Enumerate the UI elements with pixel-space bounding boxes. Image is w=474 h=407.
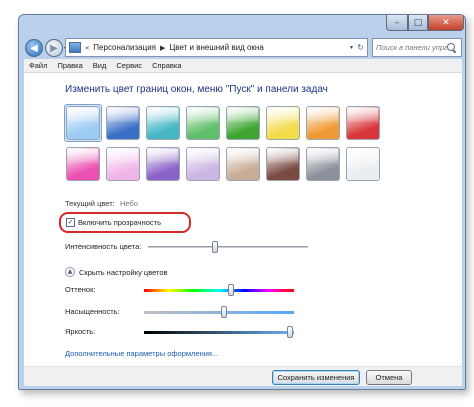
color-swatch-leaf[interactable] [186,106,220,140]
hide-color-mixer-link[interactable]: Скрыть настройку цветов [79,268,168,277]
hue-label: Оттенок: [65,285,96,294]
close-button[interactable]: ✕ [428,15,464,31]
menu-file[interactable]: Файл [24,61,52,70]
minimize-button[interactable]: – [386,15,408,31]
intensity-label: Интенсивность цвета: [65,242,142,251]
saturation-label: Насыщенность: [65,307,120,316]
color-swatch-chocolate[interactable] [266,147,300,181]
transparency-checkbox[interactable]: ✓ [66,218,75,227]
brightness-track[interactable] [144,331,294,334]
current-color-value: Небо [120,199,138,208]
page-title: Изменить цвет границ окон, меню "Пуск" и… [65,84,328,95]
search-icon[interactable] [447,43,456,52]
button-bar: Сохранить изменения Отмена [24,366,462,386]
cancel-button[interactable]: Отмена [366,370,412,385]
breadcrumb-window-color[interactable]: Цвет и внешний вид окна [169,43,263,52]
control-panel-window: – □ ✕ ◀ ▶ ▾ « Персонализация ▶ Цвет и вн… [18,14,466,390]
refresh-icon[interactable]: ↻ [357,43,364,52]
color-swatch-blush[interactable] [106,147,140,181]
transparency-label[interactable]: Включить прозрачность [78,218,161,227]
color-swatch-ruby[interactable] [346,106,380,140]
control-panel-icon [69,42,81,53]
content-pane: Изменить цвет границ окон, меню "Пуск" и… [24,73,462,366]
breadcrumb-personalization[interactable]: Персонализация [93,43,156,52]
address-bar[interactable]: « Персонализация ▶ Цвет и внешний вид ок… [65,38,368,57]
collapse-mixer-icon[interactable]: ▲ [65,267,75,277]
saturation-slider-thumb[interactable] [220,306,227,318]
menu-bar: Файл Правка Вид Сервис Справка [24,59,462,73]
advanced-appearance-link[interactable]: Дополнительные параметры оформления... [65,349,218,358]
color-swatch-sea[interactable] [146,106,180,140]
color-swatch-lemon[interactable] [266,106,300,140]
back-button[interactable]: ◀ [25,39,43,57]
breadcrumb-separator[interactable]: ▶ [160,44,165,52]
search-box[interactable]: Поиск в панели управл... [372,38,462,57]
search-input[interactable]: Поиск в панели управл... [376,43,447,52]
breadcrumb-overflow[interactable]: « [85,44,89,52]
navigation-bar: ◀ ▶ ▾ « Персонализация ▶ Цвет и внешний … [19,35,465,61]
color-swatch-sky[interactable] [66,106,100,140]
intensity-slider-thumb[interactable] [212,241,219,253]
menu-tools[interactable]: Сервис [111,61,147,70]
hue-track[interactable] [144,289,294,292]
saturation-track[interactable] [144,311,294,314]
save-changes-button[interactable]: Сохранить изменения [272,370,360,385]
color-swatch-fuchsia[interactable] [66,147,100,181]
color-swatch-violet[interactable] [146,147,180,181]
brightness-label: Яркость: [65,327,96,336]
color-swatch-lavender[interactable] [186,147,220,181]
brightness-slider-thumb[interactable] [286,326,293,338]
address-dropdown-icon[interactable]: ▾ [350,44,353,51]
color-swatch-slate[interactable] [306,147,340,181]
color-swatch-lime[interactable] [226,106,260,140]
maximize-button[interactable]: □ [408,15,428,31]
color-swatch-taupe[interactable] [226,147,260,181]
color-swatch-twilight[interactable] [106,106,140,140]
menu-edit[interactable]: Правка [52,61,87,70]
intensity-track[interactable] [148,246,308,248]
hue-slider-thumb[interactable] [228,284,234,296]
current-color-label: Текущий цвет: [65,199,115,208]
color-swatch-pumpkin[interactable] [306,106,340,140]
color-swatch-frost[interactable] [346,147,380,181]
forward-button[interactable]: ▶ [45,39,63,57]
menu-view[interactable]: Вид [88,61,112,70]
menu-help[interactable]: Справка [147,61,186,70]
